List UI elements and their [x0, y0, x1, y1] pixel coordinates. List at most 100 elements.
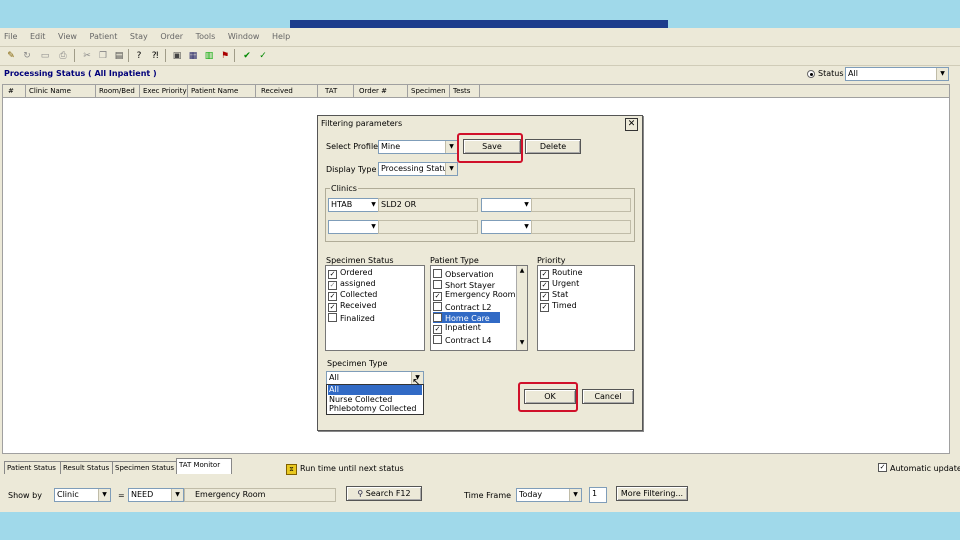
tab-specimen-status[interactable]: Specimen Status [112, 461, 178, 474]
column-header-tat[interactable]: TAT [325, 87, 337, 95]
menu-edit[interactable]: Edit [30, 32, 46, 41]
list-item[interactable]: ✓ Routine [540, 268, 583, 279]
chevron-down-icon[interactable]: ▼ [517, 338, 527, 348]
checkbox[interactable]: ✓ [433, 325, 442, 334]
list-item[interactable]: ✓ Emergency Room [433, 290, 515, 301]
status-select[interactable]: All ▼ [845, 67, 949, 81]
close-icon[interactable]: ✕ [625, 118, 638, 131]
time-frame-select[interactable]: Today ▼ [516, 488, 582, 502]
clinic-1-code-select[interactable]: HTAB ▼ [328, 198, 380, 212]
status-radio[interactable] [807, 70, 815, 78]
column-header-patient-name[interactable]: Patient Name [191, 87, 238, 95]
list-item[interactable]: ✓ Received [328, 301, 376, 312]
cancel-button[interactable]: Cancel [582, 389, 634, 404]
edit-icon[interactable]: ✎ [4, 49, 18, 63]
list-item[interactable]: ✓ Stat [540, 290, 568, 301]
copy-icon[interactable]: ❐ [96, 49, 110, 63]
checkbox[interactable]: ✓ [540, 303, 549, 312]
dropdown-option[interactable]: Phlebotomy Collected [328, 404, 417, 414]
chevron-down-icon[interactable]: ▼ [171, 489, 183, 501]
column-header-specimen[interactable]: Specimen [411, 87, 446, 95]
check-icon[interactable]: ✔ [240, 49, 254, 63]
count-field[interactable]: 1 [589, 487, 607, 503]
column-header-exec-priority[interactable]: Exec Priority [143, 87, 187, 95]
list-item[interactable]: Contract L4 [433, 334, 492, 345]
checkbox[interactable]: ✓ [328, 303, 337, 312]
clinic-4-code-select[interactable]: ▼ [481, 220, 533, 234]
dropdown-option[interactable]: All [328, 385, 422, 395]
checkbox[interactable]: ✓ [540, 281, 549, 290]
auto-update-checkbox[interactable]: ✓ [878, 463, 887, 472]
menu-view[interactable]: View [58, 32, 77, 41]
list-item[interactable]: Observation [433, 268, 494, 279]
menu-patient[interactable]: Patient [90, 32, 118, 41]
clinic-code-select[interactable]: NEED ▼ [128, 488, 184, 502]
priority-list[interactable]: ✓ Routine ✓ Urgent ✓ Stat ✓ Timed [537, 265, 635, 351]
menu-help[interactable]: Help [272, 32, 290, 41]
checkbox[interactable] [433, 313, 442, 322]
chevron-down-icon[interactable]: ▼ [569, 489, 581, 501]
show-by-select[interactable]: Clinic ▼ [54, 488, 111, 502]
checkbox[interactable]: ✓ [328, 292, 337, 301]
tab-patient-status[interactable]: Patient Status [4, 461, 62, 474]
column-header-order-number[interactable]: Order # [359, 87, 387, 95]
menu-window[interactable]: Window [228, 32, 260, 41]
checkbox[interactable] [433, 280, 442, 289]
print-icon[interactable]: ⎙ [56, 49, 70, 63]
chevron-up-icon[interactable]: ▲ [517, 266, 527, 276]
window-icon[interactable]: ▣ [170, 49, 184, 63]
list-item[interactable]: Finalized [328, 312, 375, 323]
checkbox[interactable]: ✓ [540, 270, 549, 279]
menu-order[interactable]: Order [160, 32, 183, 41]
checkbox[interactable]: ✓ [328, 281, 337, 290]
specimen-type-select[interactable]: All ▼ [326, 371, 424, 385]
tile-icon[interactable]: ▥ [202, 49, 216, 63]
list-item[interactable]: ✓ Timed [540, 301, 577, 312]
clinic-3-code-select[interactable]: ▼ [328, 220, 380, 234]
list-item[interactable]: Home Care [433, 312, 500, 323]
chevron-down-icon[interactable]: ▼ [445, 163, 457, 175]
menu-tools[interactable]: Tools [196, 32, 216, 41]
approve-icon[interactable]: ✓ [256, 49, 270, 63]
list-item[interactable]: ✓ Urgent [540, 279, 579, 290]
specimen-type-dropdown[interactable]: All Nurse Collected Phlebotomy Collected [326, 384, 424, 415]
select-profile-select[interactable]: Mine ▼ [378, 140, 458, 154]
column-header-number[interactable]: # [8, 87, 14, 95]
checkbox[interactable]: ✓ [433, 292, 442, 301]
checkbox[interactable] [328, 313, 337, 322]
tab-tat-monitor[interactable]: TAT Monitor [176, 458, 232, 474]
delete-button[interactable]: Delete [525, 139, 581, 154]
help-icon[interactable]: ? [132, 49, 146, 63]
more-filtering-button[interactable]: More Filtering... [616, 486, 688, 501]
flag-icon[interactable]: ⚑ [218, 49, 232, 63]
scrollbar[interactable]: ▲ ▼ [516, 266, 527, 350]
menu-file[interactable]: File [4, 32, 17, 41]
list-item[interactable]: ✓ Inpatient [433, 323, 481, 334]
list-item[interactable]: ✓ assigned [328, 279, 376, 290]
list-item[interactable]: ✓ Collected [328, 290, 377, 301]
checkbox[interactable]: ✓ [328, 270, 337, 279]
print-preview-icon[interactable]: ▭ [38, 49, 52, 63]
specimen-status-list[interactable]: ✓ Ordered ✓ assigned ✓ Collected ✓ Received … [325, 265, 425, 351]
paste-icon[interactable]: ▤ [112, 49, 126, 63]
cascade-icon[interactable]: ▦ [186, 49, 200, 63]
column-header-clinic-name[interactable]: Clinic Name [29, 87, 71, 95]
chevron-down-icon[interactable]: ▼ [445, 141, 457, 153]
menu-stay[interactable]: Stay [130, 32, 148, 41]
chevron-down-icon[interactable]: ▼ [98, 489, 110, 501]
column-header-room-bed[interactable]: Room/Bed [99, 87, 135, 95]
checkbox[interactable]: ✓ [540, 292, 549, 301]
tab-result-status[interactable]: Result Status [60, 461, 114, 474]
patient-type-list[interactable]: Observation Short Stayer ✓ Emergency Room… [430, 265, 528, 351]
list-item[interactable]: Contract L2 [433, 301, 492, 312]
column-header-tests[interactable]: Tests [453, 87, 470, 95]
list-item[interactable]: ✓ Ordered [328, 268, 373, 279]
context-help-icon[interactable]: ⁈ [148, 49, 162, 63]
checkbox[interactable] [433, 335, 442, 344]
refresh-icon[interactable]: ↻ [20, 49, 34, 63]
search-button[interactable]: ⚲ Search F12 [346, 486, 422, 501]
checkbox[interactable] [433, 302, 442, 311]
checkbox[interactable] [433, 269, 442, 278]
column-header-received[interactable]: Received [261, 87, 293, 95]
list-item[interactable]: Short Stayer [433, 279, 495, 290]
